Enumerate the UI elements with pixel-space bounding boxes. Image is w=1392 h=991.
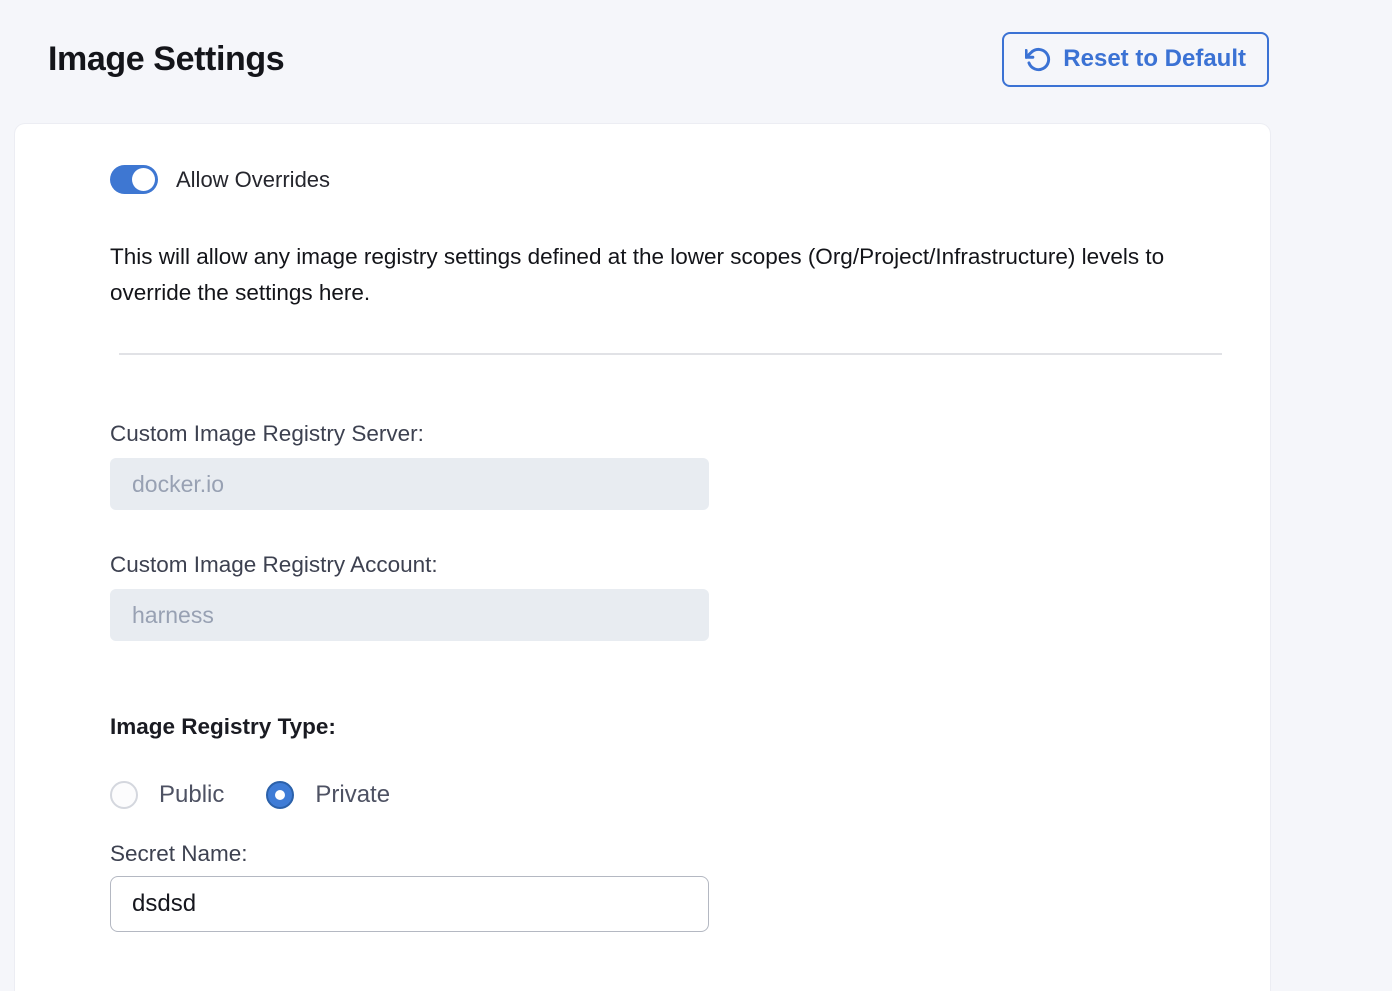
radio-public-circle-icon: [110, 781, 138, 809]
secret-name-input[interactable]: [110, 876, 709, 932]
radio-private-circle-icon: [266, 781, 294, 809]
radio-public-label: Public: [159, 781, 224, 809]
overrides-description: This will allow any image registry setti…: [110, 239, 1213, 311]
registry-server-label: Custom Image Registry Server:: [110, 421, 1213, 447]
secret-name-field: Secret Name:: [110, 841, 1213, 932]
reset-button-label: Reset to Default: [1063, 45, 1246, 73]
settings-card: Allow Overrides This will allow any imag…: [15, 124, 1270, 991]
image-settings-page: Image Settings Reset to Default Allow Ov…: [0, 0, 1392, 991]
allow-overrides-toggle[interactable]: [110, 165, 158, 194]
registry-type-label: Image Registry Type:: [110, 714, 1213, 740]
registry-type-radio-group: Public Private: [110, 781, 1213, 809]
allow-overrides-label: Allow Overrides: [176, 167, 330, 193]
registry-account-input: [110, 589, 709, 641]
page-header: Image Settings Reset to Default: [0, 0, 1392, 88]
radio-option-private[interactable]: Private: [266, 781, 390, 809]
secret-name-label: Secret Name:: [110, 841, 1213, 867]
reset-to-default-button[interactable]: Reset to Default: [1002, 32, 1269, 87]
registry-type-field: Image Registry Type: Public Private: [110, 714, 1213, 809]
toggle-knob: [132, 168, 155, 191]
registry-server-field: Custom Image Registry Server:: [110, 421, 1213, 510]
section-divider: [119, 353, 1222, 355]
allow-overrides-row: Allow Overrides: [110, 165, 1213, 194]
radio-private-label: Private: [315, 781, 390, 809]
rotate-ccw-icon: [1025, 46, 1052, 73]
registry-account-field: Custom Image Registry Account:: [110, 552, 1213, 641]
radio-option-public[interactable]: Public: [110, 781, 224, 809]
registry-server-input: [110, 458, 709, 510]
registry-account-label: Custom Image Registry Account:: [110, 552, 1213, 578]
page-title: Image Settings: [48, 40, 284, 79]
